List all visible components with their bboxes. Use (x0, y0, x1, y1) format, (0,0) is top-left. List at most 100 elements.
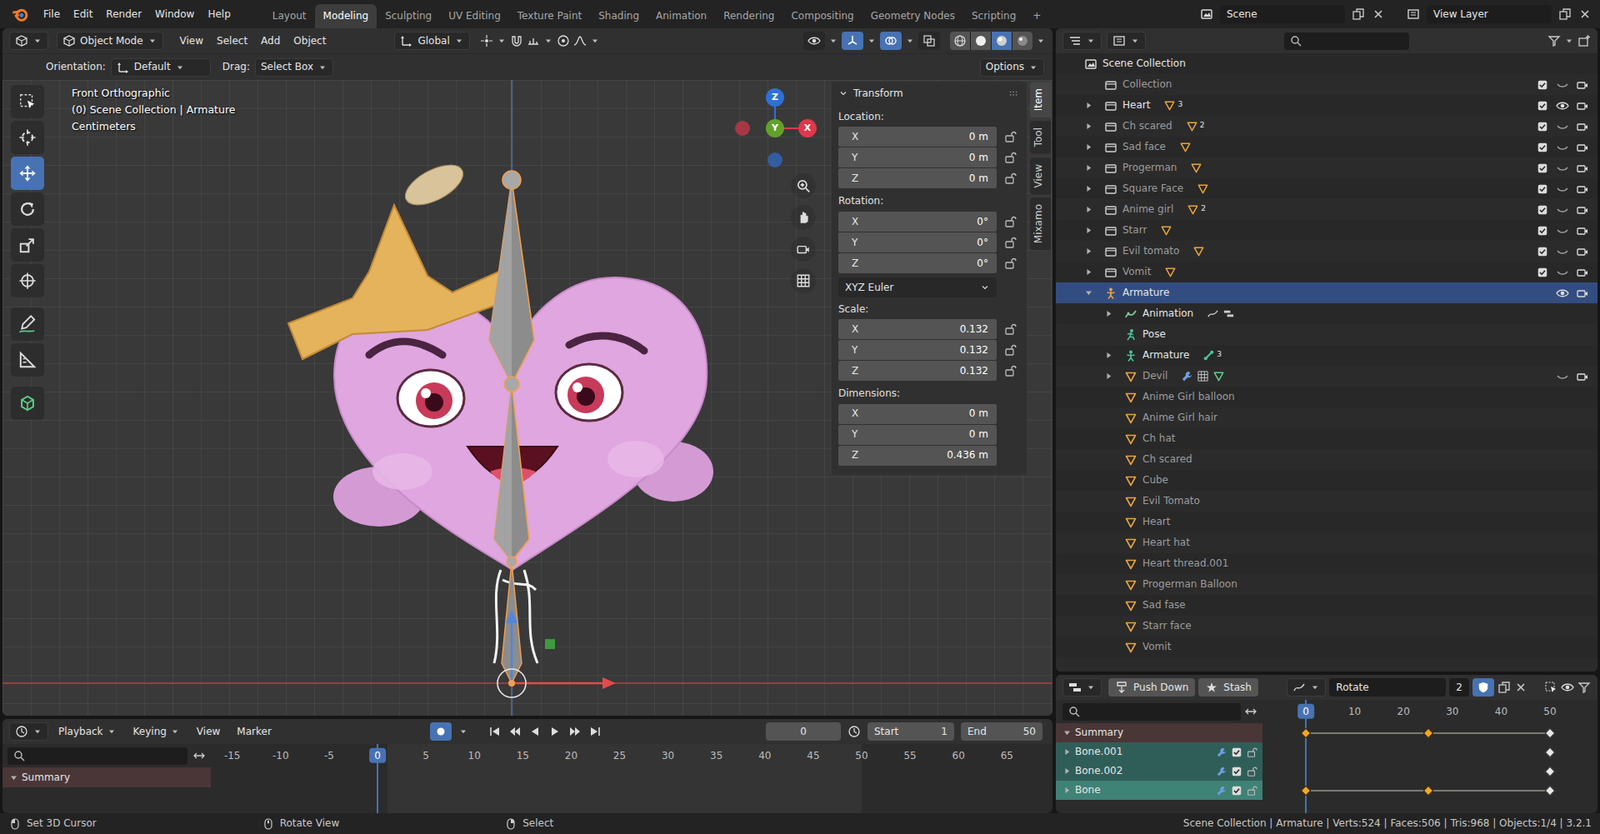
viewport-canvas[interactable]: Front Orthographic(0) Scene Collection |… (2, 80, 1053, 716)
track-row[interactable]: Bone.002 (1055, 761, 1598, 781)
shading-button[interactable] (950, 31, 970, 50)
editor-type-button[interactable] (9, 31, 49, 50)
render-toggle[interactable] (1572, 201, 1593, 219)
render-toggle[interactable] (1572, 368, 1593, 385)
menu-item[interactable]: Marker (230, 722, 278, 741)
number-field[interactable]: X0 m (838, 404, 997, 425)
current-frame-field[interactable]: 0 (765, 722, 841, 741)
number-field[interactable]: Y0 m (838, 425, 997, 445)
key-strip[interactable] (1262, 761, 1598, 781)
menu-dropdown[interactable]: Playback (51, 722, 124, 741)
outliner-row[interactable]: Cube (1055, 470, 1598, 491)
workspace-tab[interactable]: Sculpting (376, 4, 440, 29)
lock-slot[interactable] (1000, 360, 1020, 381)
orientation-select[interactable]: Default (110, 58, 211, 77)
editor-type-button[interactable] (9, 722, 49, 741)
search-field[interactable] (7, 747, 188, 765)
users-field[interactable]: 2 (1449, 678, 1470, 697)
visibility-toggle[interactable] (1552, 118, 1573, 135)
visibility-toggle[interactable] (1552, 264, 1573, 281)
editor-type-button[interactable] (1062, 31, 1102, 50)
negative-axis-handle[interactable] (735, 120, 750, 136)
outliner-row[interactable]: Anime girl2 (1055, 199, 1598, 220)
play-button[interactable] (548, 725, 562, 739)
keyframe[interactable] (1545, 765, 1556, 777)
exclude-checkbox[interactable] (1532, 76, 1553, 94)
key-strip[interactable] (1262, 742, 1598, 762)
workspace-tab[interactable]: Compositing (782, 4, 862, 29)
menu-item[interactable]: Help (200, 5, 237, 24)
summary-channel[interactable]: Summary (2, 767, 211, 788)
end-frame-field[interactable]: End50 (960, 722, 1043, 741)
exclude-checkbox[interactable] (1532, 264, 1553, 281)
outliner-row[interactable]: Starr face (1055, 615, 1598, 637)
expander[interactable] (1084, 182, 1105, 196)
lock-slot[interactable] (1000, 340, 1020, 360)
expander[interactable] (1084, 286, 1105, 300)
outliner-row[interactable]: Anime Girl hair (1055, 407, 1598, 429)
keyframe[interactable] (1422, 785, 1434, 796)
menu-item[interactable]: Select (210, 31, 255, 50)
shading-button[interactable] (1012, 31, 1033, 50)
menu-item[interactable]: Render (99, 5, 149, 24)
exclude-checkbox[interactable] (1532, 222, 1553, 240)
render-toggle[interactable] (1572, 180, 1593, 198)
render-toggle[interactable] (1572, 139, 1593, 156)
expander[interactable] (1084, 265, 1105, 280)
workspace-tab[interactable]: Shading (590, 4, 648, 29)
expander[interactable] (1104, 370, 1125, 384)
scene-field[interactable]: Scene (1220, 5, 1345, 24)
add-tool[interactable] (10, 386, 45, 420)
transform-tool[interactable] (10, 264, 45, 298)
sidebar-tab[interactable]: View (1030, 157, 1051, 195)
key-strip[interactable] (1262, 780, 1598, 800)
outliner-row[interactable]: Collection (1055, 74, 1598, 95)
drag-select[interactable]: Select Box (255, 58, 334, 77)
visibility-toggle[interactable] (1552, 243, 1573, 260)
outliner-row[interactable]: Starr (1055, 220, 1598, 241)
annotate-tool[interactable] (10, 307, 45, 341)
search-field[interactable] (1062, 703, 1241, 721)
number-field[interactable]: X0 m (838, 126, 997, 147)
number-field[interactable]: Y0.132 (838, 340, 997, 360)
frame-ruler[interactable]: -15-10-5051015202530354045505560650 (210, 744, 1053, 768)
nav-button[interactable] (790, 236, 816, 262)
action-name-field[interactable]: Rotate (1329, 678, 1446, 697)
workspace-tab[interactable]: UV Editing (440, 4, 510, 29)
outliner-row[interactable]: Pose (1055, 324, 1598, 345)
expander[interactable] (1084, 99, 1105, 113)
jump-end-button[interactable] (588, 725, 602, 739)
prev-key-button[interactable] (508, 725, 522, 739)
start-frame-field[interactable]: Start1 (867, 722, 955, 741)
visibility-toggle[interactable] (1552, 201, 1573, 219)
expander[interactable] (1084, 120, 1105, 134)
workspace-tab[interactable]: Rendering (715, 4, 783, 29)
expander[interactable] (1084, 140, 1105, 155)
keyframe[interactable] (1545, 727, 1556, 739)
keyframe[interactable] (1300, 727, 1312, 739)
lock-slot[interactable] (1000, 232, 1020, 253)
lock-slot[interactable] (1000, 126, 1020, 147)
lock-slot[interactable] (1000, 253, 1020, 274)
exclude-checkbox[interactable] (1532, 160, 1553, 177)
playhead[interactable]: 0 (1297, 704, 1315, 720)
visibility-toggle[interactable] (1552, 139, 1573, 156)
timeline-keys[interactable]: -15-10-5051015202530354045505560650 (210, 744, 1053, 814)
outliner-row[interactable]: Heart hat (1055, 532, 1598, 554)
outliner-row[interactable]: Ch scared2 (1055, 115, 1598, 137)
sidebar-tab[interactable]: Mixamo (1030, 197, 1051, 250)
visibility-toggle[interactable] (1552, 180, 1573, 198)
workspace-tab[interactable]: Scripting (963, 4, 1025, 29)
workspace-tab[interactable]: Modeling (315, 4, 378, 29)
track-row[interactable]: Bone (1055, 780, 1598, 800)
channel-header[interactable]: Summary (1055, 723, 1263, 743)
exclude-checkbox[interactable] (1532, 180, 1553, 198)
visibility-toggle[interactable] (1552, 368, 1573, 385)
overlay-toggle[interactable] (880, 31, 902, 50)
workspace-tab[interactable]: Texture Paint (509, 4, 590, 29)
number-field[interactable]: Z0° (838, 253, 997, 274)
menu-item[interactable]: View (190, 722, 227, 741)
lock-slot[interactable] (1000, 147, 1020, 168)
jump-start-button[interactable] (488, 725, 502, 739)
menu-item[interactable]: View (173, 31, 210, 50)
